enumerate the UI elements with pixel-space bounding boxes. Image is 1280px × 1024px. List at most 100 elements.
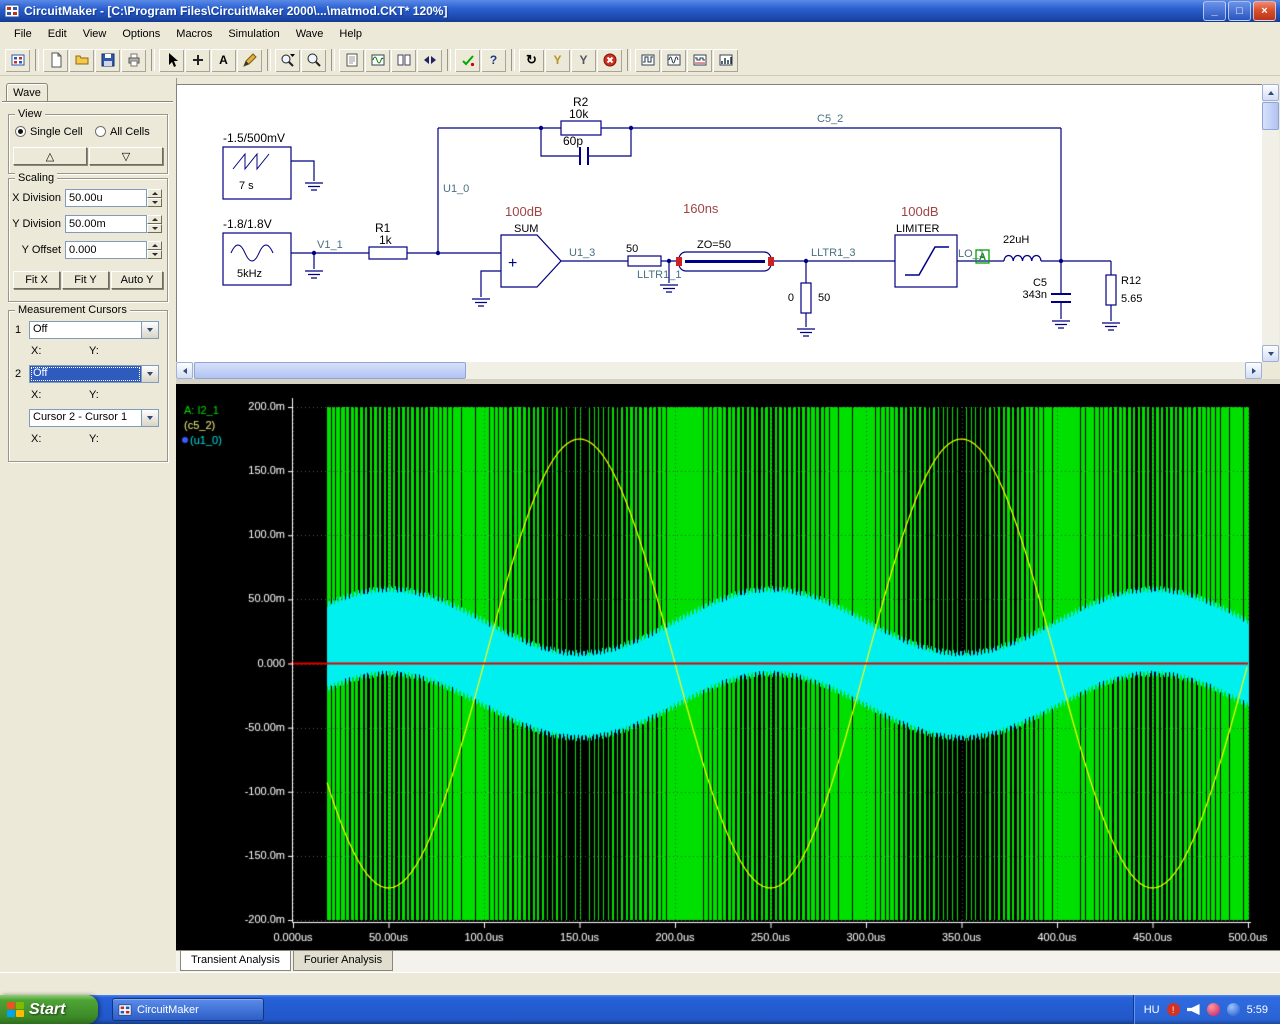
- network-tray-icon[interactable]: [1226, 1003, 1240, 1016]
- chevron-down-icon[interactable]: [141, 322, 158, 338]
- open-button[interactable]: [69, 48, 94, 72]
- tab-wave[interactable]: Wave: [6, 83, 48, 102]
- tab-transient-analysis[interactable]: Transient Analysis: [180, 951, 291, 971]
- source-sine[interactable]: -1.8/1.8V 5kHz: [222, 217, 292, 286]
- menu-help[interactable]: Help: [331, 24, 370, 44]
- capacitor-60p[interactable]: 60p: [563, 134, 589, 165]
- resistor-r2[interactable]: R2 10k: [560, 95, 602, 136]
- scroll-right-button[interactable]: [1245, 362, 1262, 379]
- reset-simulation-button[interactable]: ↻: [519, 48, 544, 72]
- menu-simulation[interactable]: Simulation: [220, 24, 287, 44]
- capacitor-c5[interactable]: C5 343n: [1023, 277, 1071, 303]
- mixed-scope-button[interactable]: [687, 48, 712, 72]
- cursor-diff-combo[interactable]: Cursor 2 - Cursor 1: [29, 409, 159, 427]
- resistor-series-50[interactable]: 50: [626, 243, 662, 267]
- save-button[interactable]: [95, 48, 120, 72]
- waveform-viewer-button[interactable]: [365, 48, 390, 72]
- spectrum-button[interactable]: [713, 48, 738, 72]
- resistor-r12[interactable]: R12 5.65: [1105, 274, 1142, 306]
- scroll-down-button[interactable]: [1262, 345, 1279, 362]
- menu-options[interactable]: Options: [114, 24, 168, 44]
- resistor-r1[interactable]: R1 1k: [368, 221, 408, 260]
- zoom-button[interactable]: [301, 48, 326, 72]
- fit-x-button[interactable]: Fit X: [13, 271, 60, 289]
- minimize-icon: _: [1211, 5, 1218, 17]
- windows-logo-icon: [7, 1002, 24, 1017]
- x-division-input[interactable]: [65, 189, 147, 207]
- cell-down-button[interactable]: ▽: [89, 147, 163, 165]
- circuit-vertical-scrollbar[interactable]: [1262, 84, 1279, 362]
- text-tool-button[interactable]: A: [211, 48, 236, 72]
- sum-amplifier[interactable]: + 100dB SUM: [500, 204, 562, 288]
- antivirus-tray-icon[interactable]: !: [1166, 1003, 1180, 1016]
- language-indicator[interactable]: HU: [1144, 1004, 1160, 1016]
- close-button[interactable]: ×: [1253, 1, 1276, 21]
- waveform-plot[interactable]: [176, 384, 1280, 950]
- menu-file[interactable]: File: [6, 24, 40, 44]
- analog-scope-button[interactable]: [661, 48, 686, 72]
- tab-fourier-analysis[interactable]: Fourier Analysis: [292, 951, 394, 971]
- svg-text:R12: R12: [1121, 275, 1141, 287]
- scroll-up-button[interactable]: [1262, 84, 1279, 101]
- probe-v-button[interactable]: Y: [545, 48, 570, 72]
- split-view-button[interactable]: [391, 48, 416, 72]
- pan-view-button[interactable]: [417, 48, 442, 72]
- y-offset-input[interactable]: [65, 241, 147, 259]
- new-button[interactable]: [43, 48, 68, 72]
- radio-single-cell[interactable]: Single Cell: [15, 126, 83, 138]
- menu-wave[interactable]: Wave: [288, 24, 332, 44]
- messenger-tray-icon[interactable]: [1206, 1003, 1220, 1016]
- volume-tray-icon[interactable]: [1186, 1004, 1200, 1015]
- select-tool-button[interactable]: [159, 48, 184, 72]
- wire-tool-button[interactable]: [237, 48, 262, 72]
- svg-text:100dB: 100dB: [901, 204, 939, 219]
- x-division-spinner[interactable]: [147, 189, 162, 207]
- y-offset-spinner[interactable]: [147, 241, 162, 259]
- print-button[interactable]: [121, 48, 146, 72]
- auto-y-button[interactable]: Auto Y: [111, 271, 163, 289]
- radio-all-cells[interactable]: All Cells: [95, 126, 150, 138]
- menu-macros[interactable]: Macros: [168, 24, 220, 44]
- zoom-menu-button[interactable]: [275, 48, 300, 72]
- source-sawtooth[interactable]: -1.5/500mV 7 s: [222, 131, 292, 200]
- start-button[interactable]: Start: [0, 995, 98, 1024]
- transmission-line[interactable]: 160ns ZO=50: [676, 201, 774, 272]
- reset-icon: ↻: [526, 52, 537, 67]
- limiter[interactable]: 100dB LIMITER: [894, 204, 958, 288]
- stop-simulation-button[interactable]: [597, 48, 622, 72]
- svg-text:V1_1: V1_1: [317, 239, 343, 251]
- cursor2-y-label: Y:: [89, 389, 99, 401]
- maximize-button[interactable]: □: [1228, 1, 1251, 21]
- browse-button[interactable]: [5, 48, 30, 72]
- horizontal-scroll-thumb[interactable]: [194, 362, 466, 379]
- cursor1-combo[interactable]: Off: [29, 321, 159, 339]
- resistor-shunt-50[interactable]: 0 50: [788, 282, 830, 314]
- vertical-scroll-thumb[interactable]: [1262, 102, 1279, 130]
- minimize-button[interactable]: _: [1203, 1, 1226, 21]
- fit-y-button[interactable]: Fit Y: [62, 271, 109, 289]
- netlist-button[interactable]: [339, 48, 364, 72]
- taskbar-task-circuitmaker[interactable]: CircuitMaker: [112, 998, 264, 1021]
- help-button[interactable]: ?: [481, 48, 506, 72]
- cell-up-button[interactable]: △: [13, 147, 87, 165]
- y-division-spinner[interactable]: [147, 215, 162, 233]
- help-icon: ?: [489, 53, 498, 67]
- circuit-horizontal-scrollbar[interactable]: [176, 362, 1262, 379]
- menu-edit[interactable]: Edit: [40, 24, 75, 44]
- scroll-left-button[interactable]: [176, 362, 193, 379]
- clock[interactable]: 5:59: [1247, 1004, 1268, 1016]
- schematic-editor[interactable]: -1.5/500mV 7 s -1.8/1.8V 5kHz R1 1k R2 1…: [176, 84, 1262, 362]
- probe-i-button[interactable]: Y: [571, 48, 596, 72]
- y-division-input[interactable]: [65, 215, 147, 233]
- cursor2-combo[interactable]: Off: [29, 365, 159, 383]
- schematic-canvas[interactable]: -1.5/500mV 7 s -1.8/1.8V 5kHz R1 1k R2 1…: [177, 85, 1263, 363]
- chevron-down-icon[interactable]: [141, 366, 158, 382]
- run-simulation-button[interactable]: [455, 48, 480, 72]
- place-part-button[interactable]: [185, 48, 210, 72]
- probe-v-icon: Y: [553, 53, 562, 67]
- inductor-22uh[interactable]: 22uH: [1003, 234, 1042, 262]
- digital-scope-button[interactable]: [635, 48, 660, 72]
- svg-text:C5_2: C5_2: [817, 113, 843, 125]
- menu-view[interactable]: View: [75, 24, 115, 44]
- chevron-down-icon[interactable]: [141, 410, 158, 426]
